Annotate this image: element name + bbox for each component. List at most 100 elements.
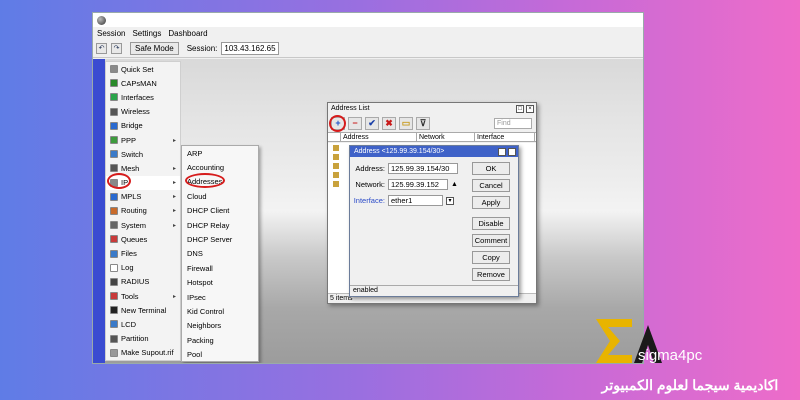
sidebar-item-log[interactable]: Log	[106, 261, 180, 275]
menu-session[interactable]: Session	[97, 29, 125, 38]
address-label: Address:	[355, 164, 385, 173]
ip-submenu-item-hotspot[interactable]: Hotspot	[182, 276, 258, 290]
sidebar-item-label: Tools	[121, 291, 139, 301]
sidebar-item-tools[interactable]: Tools ▸	[106, 289, 180, 303]
sidebar-item-label: Bridge	[121, 121, 143, 131]
session-label: Session:	[186, 44, 218, 53]
close-icon[interactable]: ×	[508, 147, 516, 156]
find-input[interactable]: Find	[494, 117, 532, 129]
ip-submenu-item-ipsec[interactable]: IPsec	[182, 290, 258, 304]
submenu-arrow-icon: ▸	[172, 137, 176, 144]
ip-submenu-item-cloud[interactable]: Cloud	[182, 189, 258, 203]
ip-submenu-item-packing[interactable]: Packing	[182, 333, 258, 347]
address-input[interactable]: 125.99.39.154/30	[388, 163, 458, 174]
sidebar-item-label: New Terminal	[121, 305, 167, 315]
sidebar-item-files[interactable]: Files	[106, 246, 180, 260]
disable-button[interactable]: Disable	[472, 217, 510, 230]
address-list-titlebar: Address List □ ×	[328, 103, 536, 114]
close-icon[interactable]: ×	[526, 104, 534, 113]
sidebar-item-label: Partition	[121, 334, 149, 344]
queues-icon	[110, 235, 118, 244]
sidebar-item-new-terminal[interactable]: New Terminal	[106, 303, 180, 317]
ip-submenu-item-dhcp-client[interactable]: DHCP Client	[182, 204, 258, 218]
remove-button[interactable]: Remove	[472, 268, 510, 281]
network-input[interactable]: 125.99.39.152	[388, 179, 448, 190]
sidebar-item-label: Make Supout.rif	[121, 348, 174, 358]
lcd-icon	[110, 320, 118, 329]
address-icon	[333, 144, 339, 151]
menu-dashboard[interactable]: Dashboard	[168, 29, 207, 38]
ip-submenu-item-pool[interactable]: Pool	[182, 347, 258, 361]
column-network[interactable]: Network	[417, 133, 475, 141]
comment-button[interactable]: Comment	[472, 234, 510, 247]
ip-submenu-item-kid-control[interactable]: Kid Control	[182, 304, 258, 318]
copy-button[interactable]: Copy	[472, 251, 510, 264]
address-list-header: Address Network Interface	[328, 132, 536, 142]
disable-button[interactable]: ✖	[382, 116, 396, 130]
remove-button[interactable]: −	[348, 116, 362, 130]
ip-submenu-item-accounting[interactable]: Accounting	[182, 160, 258, 174]
ip-submenu-item-neighbors[interactable]: Neighbors	[182, 319, 258, 333]
filter-button[interactable]: ⊽	[416, 116, 430, 130]
menu-settings[interactable]: Settings	[132, 29, 161, 38]
cancel-button[interactable]: Cancel	[472, 179, 510, 192]
column-address[interactable]: Address	[341, 133, 417, 141]
enable-button[interactable]: ✔	[365, 116, 379, 130]
dropdown-arrow-icon[interactable]: ▾	[446, 196, 454, 205]
sidebar-item-label: MPLS	[121, 192, 142, 202]
ip-submenu-item-dns[interactable]: DNS	[182, 247, 258, 261]
sidebar-item-switch[interactable]: Switch	[106, 147, 180, 161]
sidebar-item-bridge[interactable]: Bridge	[106, 119, 180, 133]
capsman-icon	[110, 79, 118, 88]
network-row: Network: 125.99.39.152 ▲	[350, 179, 458, 190]
sidebar-item-wireless[interactable]: Wireless	[106, 105, 180, 119]
address-list-title: Address List	[331, 105, 370, 112]
sidebar-item-interfaces[interactable]: Interfaces	[106, 90, 180, 104]
sidebar-item-mpls[interactable]: MPLS ▸	[106, 190, 180, 204]
ok-button[interactable]: OK	[472, 162, 510, 175]
interface-select[interactable]: ether1	[388, 195, 443, 206]
sidebar-item-queues[interactable]: Queues	[106, 232, 180, 246]
sidebar-item-label: LCD	[121, 319, 137, 329]
session-value[interactable]: 103.43.162.65	[221, 42, 279, 55]
safe-mode-button[interactable]: Safe Mode	[130, 42, 179, 55]
address-dialog-status: enabled	[350, 285, 518, 296]
sidebar-item-partition[interactable]: Partition	[106, 332, 180, 346]
menu-bar: Session Settings Dashboard	[93, 27, 643, 40]
address-icon	[333, 180, 339, 187]
ip-submenu-item-routes[interactable]: Routes	[182, 362, 258, 363]
undo-icon[interactable]: ↶	[96, 43, 107, 54]
supout-icon	[110, 348, 118, 357]
sidebar-item-quick-set[interactable]: Quick Set	[106, 62, 180, 76]
sidebar-item-lcd[interactable]: LCD	[106, 317, 180, 331]
submenu-arrow-icon: ▸	[172, 165, 176, 172]
sidebar-menu: Quick Set CAPsMAN Interfaces Wireless Bridge…	[105, 61, 181, 361]
column-interface[interactable]: Interface	[475, 133, 535, 141]
brand-arabic-text: اكاديمية سيجما لعلوم الكمبيوتر	[601, 377, 779, 393]
terminal-icon	[110, 306, 118, 315]
sidebar-item-capsman[interactable]: CAPsMAN	[106, 76, 180, 90]
partition-icon	[110, 334, 118, 343]
routing-icon	[110, 206, 118, 215]
ip-submenu-item-firewall[interactable]: Firewall	[182, 261, 258, 275]
tools-icon	[110, 292, 118, 301]
ip-submenu-item-arp[interactable]: ARP	[182, 146, 258, 160]
comment-button[interactable]: ▭	[399, 116, 413, 130]
maximize-icon[interactable]: □	[498, 147, 506, 156]
ppp-icon	[110, 136, 118, 145]
sidebar-item-routing[interactable]: Routing ▸	[106, 204, 180, 218]
ip-submenu-item-dhcp-relay[interactable]: DHCP Relay	[182, 218, 258, 232]
sidebar-item-radius[interactable]: RADIUS	[106, 275, 180, 289]
apply-button[interactable]: Apply	[472, 196, 510, 209]
collapse-arrow-icon[interactable]: ▲	[451, 181, 458, 188]
ip-submenu-item-dhcp-server[interactable]: DHCP Server	[182, 232, 258, 246]
address-dialog: Address <125.99.39.154/30> □ × Address: …	[349, 145, 519, 297]
maximize-icon[interactable]: □	[516, 104, 524, 113]
sidebar-item-make-supout-rif[interactable]: Make Supout.rif	[106, 346, 180, 360]
mpls-icon	[110, 192, 118, 201]
redo-icon[interactable]: ↷	[111, 43, 122, 54]
sidebar-item-system[interactable]: System ▸	[106, 218, 180, 232]
main-toolbar: ↶ ↷ Safe Mode Session: 103.43.162.65	[93, 40, 643, 58]
sidebar-item-ppp[interactable]: PPP ▸	[106, 133, 180, 147]
address-icon	[333, 153, 339, 160]
